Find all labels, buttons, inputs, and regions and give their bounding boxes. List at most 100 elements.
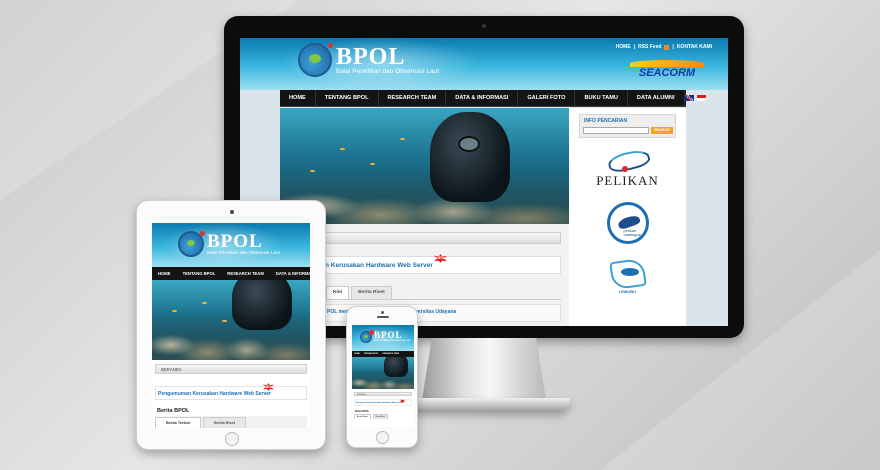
section-title: Berita BPOL [157, 408, 190, 414]
search-button[interactable]: SEARCH [651, 127, 673, 134]
rss-icon[interactable] [664, 44, 670, 50]
nav-item-data-informasi[interactable]: DATA & INFORMASI [446, 89, 519, 107]
lemuru-logo[interactable]: LEMURU [569, 258, 686, 294]
phone-device: BPOL Balai Penelitian dan Observasi Laut… [346, 306, 418, 448]
search-input[interactable] [583, 127, 649, 134]
camera-icon [381, 311, 384, 314]
logo-subtitle: Balai Penelitian dan Observasi Laut [207, 250, 280, 256]
seacorm-logo[interactable]: SEACORM [628, 55, 706, 79]
nav-item-data-informasi[interactable]: DATA & INFORMASI [270, 267, 310, 280]
diver-image [384, 357, 408, 377]
announcement-box: Pengumuman Kerusakan Hardware Web Server… [155, 383, 307, 400]
fish-icon [400, 138, 405, 140]
tab-berita-riset[interactable]: Berita Riset [372, 414, 389, 419]
logo-title: BPOL [207, 231, 263, 253]
site-header: BPOL Balai Penelitian dan Observasi Laut [152, 223, 310, 267]
search-label: INFO PENCARIAN [584, 118, 628, 124]
breadcrumb: BERANDA [354, 392, 412, 396]
toplink-home[interactable]: HOME [616, 44, 631, 50]
new-badge: NEW [263, 383, 274, 391]
camera-icon [482, 24, 486, 28]
section-title: Berita BPOL [355, 410, 370, 413]
site-header: BPOL Balai Penelitian dan Observasi Laut [352, 325, 414, 351]
breadcrumb-label[interactable]: BERANDA [357, 393, 366, 397]
toplink-contact[interactable]: KONTAK KAMI [677, 44, 712, 50]
nav-item-data-alumni[interactable]: DATA ALUMNI [628, 89, 685, 107]
pelikan-fish-icon [606, 148, 650, 174]
tab-berita-terkini[interactable]: Berita Terkini [354, 414, 371, 419]
nav-item-research-team[interactable]: RESEARCH TEAM [379, 89, 447, 107]
sidebar: INFO PENCARIAN SEARCH PELIKAN pelikan ca… [569, 108, 686, 326]
hero-banner [152, 280, 310, 360]
pelikan-logo[interactable]: PELIKAN [569, 148, 686, 187]
announcement-link[interactable]: n Kerusakan Hardware Web Server [325, 262, 433, 269]
site-logo[interactable]: BPOL Balai Penelitian dan Observasi Laut [298, 43, 439, 77]
bpol-logo-icon [178, 231, 205, 257]
fish-icon [202, 302, 207, 304]
site-logo[interactable]: BPOL Balai Penelitian dan Observasi Laut [178, 231, 280, 257]
fish-icon [370, 163, 375, 165]
bpol-logo-icon [298, 43, 333, 77]
main-nav: HOME TENTANG BPOL RESEARCH TEAM DATA & I… [280, 89, 706, 107]
monitor-stand-base [398, 398, 570, 412]
home-button[interactable] [376, 431, 389, 444]
announcement-link[interactable]: Pengumuman Kerusakan Hardware Web Server [158, 391, 271, 397]
tablet-device: BPOL Balai Penelitian dan Observasi Laut… [136, 200, 326, 450]
speaker-icon [377, 316, 389, 318]
news-tabs: Berita Terkini Berita Riset [155, 416, 307, 428]
diver-image [430, 112, 510, 202]
logo-subtitle: Balai Penelitian dan Observasi Laut [336, 67, 439, 75]
pelikan-catalogue-title: pelikan catalogue [623, 228, 641, 237]
phone-screen: BPOL Balai Penelitian dan Observasi Laut… [352, 325, 414, 427]
camera-icon [230, 210, 234, 214]
breadcrumb: BERANDA [155, 364, 307, 374]
toplink-separator: | [633, 44, 636, 50]
tab-berita-riset[interactable]: Berita Riset [202, 417, 247, 428]
bpol-logo-icon [360, 330, 374, 343]
tab-berita-terkini[interactable]: Kini [326, 286, 350, 299]
fish-icon [310, 170, 315, 172]
nav-item-tentang[interactable]: TENTANG BPOL [316, 89, 379, 107]
hero-banner [352, 357, 414, 389]
diver-image [232, 280, 292, 330]
lemuru-fish-icon [605, 258, 651, 294]
seacorm-title: SEACORM [638, 67, 696, 79]
toplink-rss[interactable]: RSS Feed [638, 44, 661, 50]
pelikan-catalogue-logo[interactable]: pelikan catalogue [569, 202, 686, 244]
main-nav: HOME TENTANG BPOL RESEARCH TEAM DATA & I… [152, 267, 310, 280]
diver-mask-image [458, 136, 480, 152]
search-widget: INFO PENCARIAN SEARCH [579, 114, 676, 138]
top-links: HOME | RSS Feed | KONTAK KAMI [616, 44, 712, 50]
tablet-screen: BPOL Balai Penelitian dan Observasi Laut… [152, 223, 310, 428]
pelikan-catalogue-icon: pelikan catalogue [606, 202, 649, 244]
monitor-stand [422, 338, 546, 400]
logo-title: BPOL [374, 330, 403, 341]
news-tabs: Berita Terkini Berita Riset [354, 414, 412, 419]
fish-icon [172, 310, 177, 312]
toplink-separator: | [672, 44, 674, 50]
home-button[interactable] [225, 432, 239, 446]
nav-item-tentang[interactable]: TENTANG BPOL [177, 267, 222, 280]
tab-berita-riset[interactable]: Berita Riset [351, 286, 392, 299]
new-badge: NEW [434, 254, 447, 263]
seacorm-wave-icon [630, 60, 704, 67]
uk-flag-icon[interactable] [684, 95, 694, 101]
logo-title: BPOL [336, 43, 406, 70]
tab-berita-terkini[interactable]: Berita Terkini [155, 417, 201, 428]
announcement-box: Pengumuman Kerusakan Hardware Web Server… [354, 399, 412, 406]
language-switcher [684, 95, 712, 101]
nav-item-home[interactable]: HOME [280, 89, 316, 107]
site-logo[interactable]: BPOL Balai Penelitian dan Observasi Laut [360, 330, 411, 343]
fish-icon [222, 320, 227, 322]
nav-item-galeri-foto[interactable]: GALERI FOTO [518, 89, 576, 107]
announcement-link[interactable]: Pengumuman Kerusakan Hardware Web Server [356, 402, 403, 404]
indonesia-flag-icon[interactable] [696, 95, 706, 101]
site-header: BPOL Balai Penelitian dan Observasi Laut… [240, 38, 728, 90]
nav-item-research-team[interactable]: RESEARCH TEAM [221, 267, 270, 280]
logo-subtitle: Balai Penelitian dan Observasi Laut [374, 340, 411, 343]
breadcrumb-label[interactable]: BERANDA [161, 367, 182, 372]
pelikan-title: PELIKAN [596, 173, 659, 188]
fish-icon [340, 148, 345, 150]
nav-item-buku-tamu[interactable]: BUKU TAMU [575, 89, 628, 107]
nav-item-home[interactable]: HOME [152, 267, 177, 280]
